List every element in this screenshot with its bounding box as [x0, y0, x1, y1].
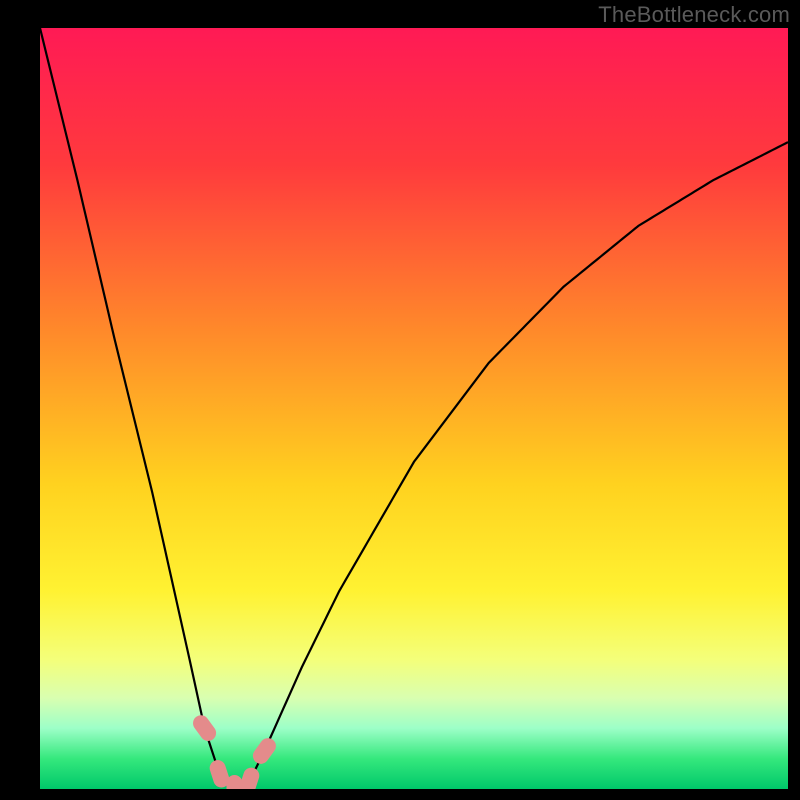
chart-frame: TheBottleneck.com	[0, 0, 800, 800]
highlight-marker	[250, 735, 279, 767]
highlight-marker	[190, 712, 219, 744]
curve-layer	[40, 28, 788, 789]
bottleneck-curve	[40, 28, 788, 788]
highlight-marker	[238, 766, 262, 789]
plot-area	[40, 28, 788, 789]
watermark-text: TheBottleneck.com	[598, 2, 790, 28]
